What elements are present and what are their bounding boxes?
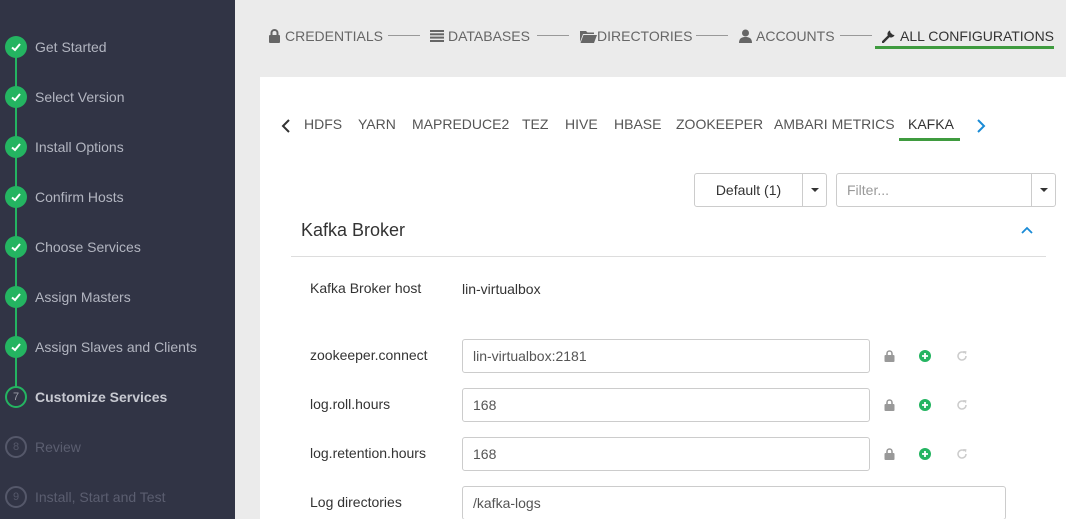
config-group-button[interactable]: Default (1): [694, 173, 803, 207]
step-label: Review: [35, 439, 81, 455]
broker-host-label: Kafka Broker host: [310, 280, 422, 296]
check-icon: [5, 236, 27, 258]
lock-icon[interactable]: [882, 398, 896, 412]
step-assign-slaves[interactable]: Assign Slaves and Clients: [0, 332, 235, 362]
check-icon: [5, 36, 27, 58]
service-tab-yarn[interactable]: YARN: [358, 116, 396, 132]
zookeeper-connect-field[interactable]: [462, 339, 870, 373]
check-icon: [5, 286, 27, 308]
chevron-left-icon[interactable]: [281, 119, 291, 133]
tab-separator: [840, 35, 872, 36]
step-choose-services[interactable]: Choose Services: [0, 232, 235, 262]
tab-accounts[interactable]: ACCOUNTS: [739, 24, 835, 48]
tab-label: DATABASES: [448, 28, 530, 44]
undo-icon[interactable]: [955, 398, 969, 412]
tab-databases[interactable]: DATABASES: [430, 24, 530, 48]
step-label: Assign Masters: [35, 289, 131, 305]
lock-icon: [269, 29, 280, 43]
tab-label: DIRECTORIES: [597, 28, 693, 44]
step-install-start-test: 9 Install, Start and Test: [0, 482, 235, 512]
section-divider: [291, 256, 1046, 257]
log-directories-label: Log directories: [310, 494, 402, 510]
check-icon: [5, 186, 27, 208]
service-tab-tez[interactable]: TEZ: [522, 116, 548, 132]
filter-dropdown-toggle[interactable]: [1031, 173, 1056, 207]
log-directories-field[interactable]: [462, 486, 1006, 519]
step-label: Select Version: [35, 89, 125, 105]
caret-down-icon: [1039, 188, 1048, 192]
section-title: Kafka Broker: [301, 220, 406, 240]
chevron-up-icon[interactable]: [1020, 225, 1034, 235]
step-label: Install, Start and Test: [35, 489, 166, 505]
step-label: Get Started: [35, 39, 107, 55]
broker-host-value: lin-virtualbox: [462, 281, 541, 297]
wrench-icon: [882, 30, 895, 43]
service-tab-mapreduce2[interactable]: MAPREDUCE2: [412, 116, 509, 132]
step-assign-masters[interactable]: Assign Masters: [0, 282, 235, 312]
check-icon: [5, 86, 27, 108]
service-tab-hdfs[interactable]: HDFS: [304, 116, 342, 132]
check-icon: [5, 336, 27, 358]
service-tab-hbase[interactable]: HBASE: [614, 116, 661, 132]
log-roll-hours-label: log.roll.hours: [310, 396, 391, 412]
add-override-icon[interactable]: [918, 349, 932, 363]
tab-separator: [537, 35, 569, 36]
step-label: Customize Services: [35, 389, 168, 405]
zookeeper-connect-label: zookeeper.connect: [310, 347, 428, 363]
tab-label: CREDENTIALS: [285, 28, 384, 44]
step-label: Confirm Hosts: [35, 189, 124, 205]
step-label: Choose Services: [35, 239, 141, 255]
add-override-icon[interactable]: [918, 398, 932, 412]
add-override-icon[interactable]: [918, 447, 932, 461]
step-customize-services: 7 Customize Services: [0, 382, 235, 412]
folder-open-icon: [580, 30, 597, 43]
service-tab-zookeeper[interactable]: ZOOKEEPER: [676, 116, 763, 132]
tab-directories[interactable]: DIRECTORIES: [580, 24, 692, 48]
tab-all-configurations[interactable]: ALL CONFIGURATIONS: [882, 24, 1054, 48]
log-roll-hours-field[interactable]: [462, 388, 870, 422]
wizard-sidebar: Get Started Select Version Install Optio…: [0, 0, 235, 519]
active-tab-indicator: [875, 46, 1054, 49]
database-icon: [430, 30, 444, 42]
log-retention-hours-label: log.retention.hours: [310, 445, 426, 461]
tab-separator: [696, 35, 728, 36]
step-number: 8: [5, 436, 27, 458]
step-number: 9: [5, 486, 27, 508]
step-install-options[interactable]: Install Options: [0, 132, 235, 162]
step-review: 8 Review: [0, 432, 235, 462]
step-select-version[interactable]: Select Version: [0, 82, 235, 112]
check-icon: [5, 136, 27, 158]
service-tab-ambari-metrics[interactable]: AMBARI METRICS: [774, 116, 895, 132]
service-tab-hive[interactable]: HIVE: [565, 116, 598, 132]
undo-icon[interactable]: [955, 447, 969, 461]
tab-separator: [388, 35, 420, 36]
tab-credentials[interactable]: CREDENTIALS: [268, 24, 383, 48]
caret-down-icon: [810, 188, 819, 192]
active-service-indicator: [899, 138, 960, 141]
lock-icon[interactable]: [882, 447, 896, 461]
filter-input[interactable]: [836, 173, 1032, 207]
lock-icon[interactable]: [882, 349, 896, 363]
step-label: Install Options: [35, 139, 124, 155]
step-confirm-hosts[interactable]: Confirm Hosts: [0, 182, 235, 212]
service-tab-kafka[interactable]: KAFKA: [908, 116, 954, 132]
step-number: 7: [5, 386, 27, 408]
tab-label: ALL CONFIGURATIONS: [900, 28, 1055, 44]
user-icon: [739, 29, 752, 43]
step-label: Assign Slaves and Clients: [35, 339, 197, 355]
config-group-dropdown-toggle[interactable]: [802, 173, 827, 207]
log-retention-hours-field[interactable]: [462, 437, 870, 471]
chevron-right-icon[interactable]: [976, 119, 986, 133]
tab-label: ACCOUNTS: [756, 28, 835, 44]
undo-icon[interactable]: [955, 349, 969, 363]
step-get-started[interactable]: Get Started: [0, 32, 235, 62]
